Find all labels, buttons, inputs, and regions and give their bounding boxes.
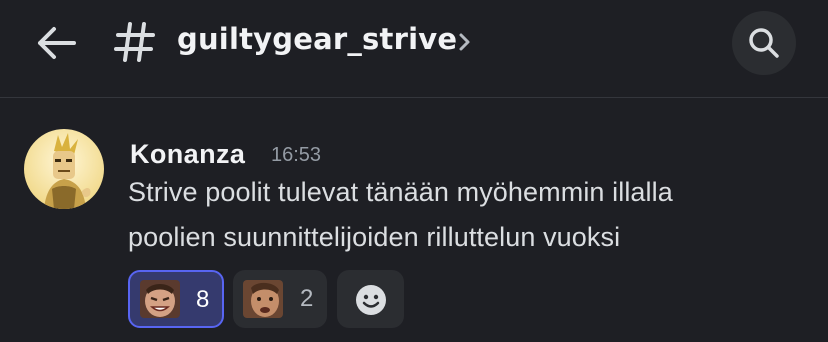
face-emoji-icon xyxy=(140,280,180,318)
avatar-image xyxy=(24,129,104,209)
hash-icon xyxy=(114,22,155,62)
smile-icon xyxy=(356,285,386,315)
back-button[interactable] xyxy=(30,18,82,68)
reaction-count: 8 xyxy=(196,286,210,313)
search-button[interactable] xyxy=(732,11,796,75)
search-icon xyxy=(749,28,779,58)
message-text-line: Strive poolit tulevat tänään myöhemmin i… xyxy=(128,177,673,207)
chevron-right-icon[interactable] xyxy=(456,30,474,54)
reaction-button[interactable]: 2 xyxy=(233,270,327,328)
message-text-line: poolien suunnittelijoiden rilluttelun vu… xyxy=(128,222,621,252)
arrow-left-icon xyxy=(38,27,76,59)
channel-header: guiltygear_strive xyxy=(0,0,828,98)
reaction-count: 2 xyxy=(300,285,314,312)
add-reaction-button[interactable] xyxy=(337,270,404,328)
face-emoji-icon xyxy=(243,280,283,318)
channel-name[interactable]: guiltygear_strive xyxy=(177,22,457,56)
avatar[interactable] xyxy=(24,129,104,209)
message-timestamp: 16:53 xyxy=(271,144,322,166)
reaction-button[interactable]: 8 xyxy=(128,270,224,328)
message-author[interactable]: Konanza xyxy=(130,139,245,170)
